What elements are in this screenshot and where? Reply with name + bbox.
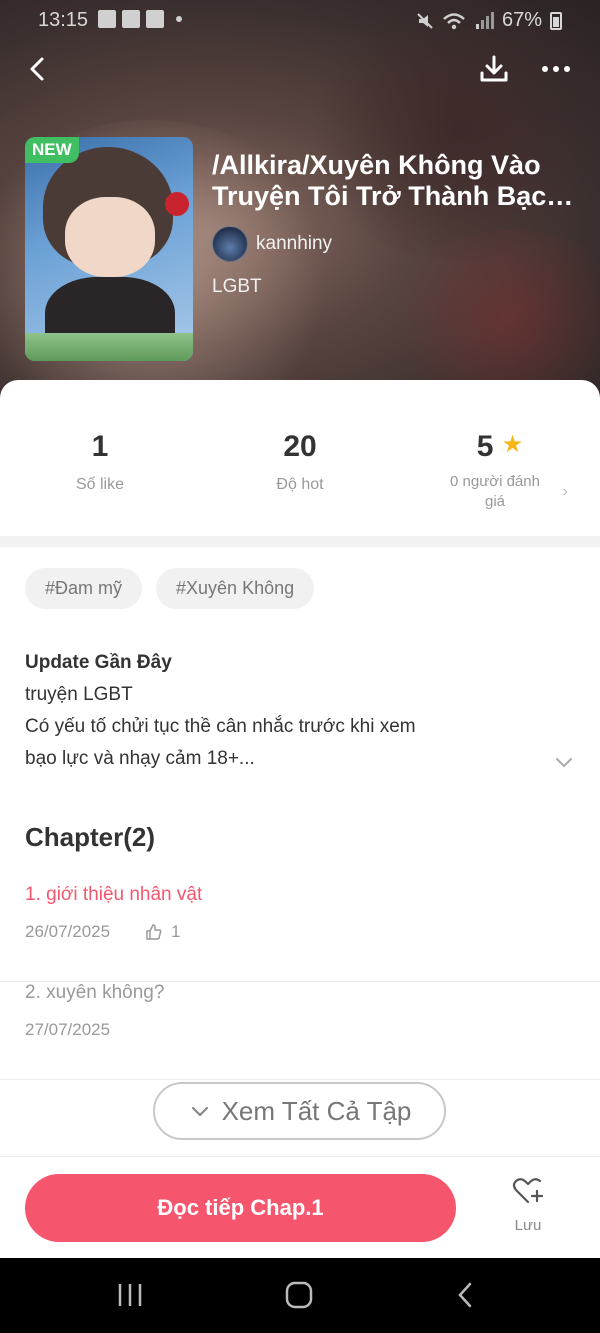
chapter-likes: 1 (145, 922, 180, 942)
gallery-icon (122, 10, 140, 28)
system-status: 67% (416, 9, 562, 32)
download-icon[interactable] (476, 51, 512, 87)
title-line: /Allkira/Xuyên Không Vào (212, 150, 541, 180)
stats-row: 1 Số like 20 Độ hot 5 ★ 0 người đánh giá… (0, 430, 600, 530)
story-header: 13:15 67% NEW /Allkira/Xuyên Không Vào T… (0, 0, 600, 420)
description-line: bạo lực và nhạy cảm 18+... (25, 748, 255, 769)
author-link[interactable]: kannhiny (212, 226, 332, 262)
description-line: truyện LGBT (25, 684, 133, 705)
see-all-chapters-button[interactable]: Xem Tất Cả Tập (153, 1082, 446, 1140)
title-line: Truyện Tôi Trở Thành Bạch ... (212, 181, 582, 211)
home-icon[interactable] (284, 1280, 314, 1310)
system-nav-bar (0, 1258, 600, 1333)
rating-value: 5 (476, 430, 494, 463)
section-divider (0, 536, 600, 547)
youtube-icon (146, 10, 164, 28)
tag-list: #Đam mỹ #Xuyên Không (25, 568, 315, 609)
chevron-down-icon (191, 1106, 208, 1117)
battery-percent: 67% (501, 9, 542, 31)
author-name: kannhiny (256, 233, 333, 254)
hot-label: Độ hot (276, 476, 324, 493)
tag-chip[interactable]: #Đam mỹ (25, 568, 143, 609)
top-bar (0, 45, 600, 95)
avatar (212, 226, 248, 262)
likes-value: 1 (91, 430, 109, 463)
chapter-title: 2. xuyên không? (25, 982, 165, 1003)
story-cover[interactable] (25, 137, 193, 361)
chapter-title: 1. giới thiệu nhân vật (25, 884, 203, 905)
save-label: Lưu (514, 1217, 542, 1234)
facebook-icon (98, 10, 116, 28)
recent-apps-icon[interactable] (116, 1280, 144, 1310)
stat-hot: 20 Độ hot (200, 430, 400, 494)
chevron-right-icon: › (562, 483, 568, 500)
more-notifications-icon (176, 16, 182, 22)
more-icon[interactable] (538, 51, 574, 87)
description: Update Gần Đây truyện LGBT Có yếu tố chử… (25, 652, 545, 770)
heart-plus-icon (512, 1178, 544, 1204)
chapters-heading: Chapter(2) (25, 822, 156, 852)
likes-label: Số like (75, 476, 125, 493)
back-icon[interactable] (454, 1280, 478, 1310)
battery-icon (550, 11, 562, 30)
thumbs-up-icon (146, 924, 162, 940)
chapter-item[interactable]: 1. giới thiệu nhân vật 26/07/2025 1 (0, 884, 600, 982)
rating-label: 0 người đánh giá (450, 473, 540, 510)
notification-icons (98, 10, 182, 28)
description-heading: Update Gần Đây (25, 652, 172, 673)
bottom-divider (0, 1156, 600, 1157)
status-time: 13:15 (38, 9, 89, 31)
signal-icon (475, 11, 494, 29)
story-title: /Allkira/Xuyên Không Vào Truyện Tôi Trở … (212, 150, 582, 212)
new-badge: NEW (25, 137, 79, 163)
hot-value: 20 (283, 430, 317, 463)
story-details: 1 Số like 20 Độ hot 5 ★ 0 người đánh giá… (0, 380, 600, 1258)
mute-icon (417, 12, 433, 29)
save-button[interactable]: Lưu (498, 1176, 558, 1242)
chevron-down-icon[interactable] (552, 750, 576, 774)
chapter-item[interactable]: 2. xuyên không? 27/07/2025 (0, 982, 600, 1080)
tag-chip[interactable]: #Xuyên Không (156, 568, 315, 609)
see-all-label: Xem Tất Cả Tập (221, 1095, 412, 1126)
status-bar: 13:15 67% (0, 0, 600, 40)
chapter-like-count: 1 (171, 922, 181, 941)
genre-label: LGBT (212, 276, 262, 297)
star-icon: ★ (501, 431, 524, 458)
stat-rating[interactable]: 5 ★ 0 người đánh giá › (400, 430, 600, 512)
chapter-date: 27/07/2025 (25, 1020, 111, 1039)
chapter-date: 26/07/2025 (25, 922, 111, 941)
stat-likes: 1 Số like (0, 430, 200, 494)
back-arrow-icon[interactable] (20, 51, 56, 87)
description-line: Có yếu tố chửi tục thề cân nhắc trước kh… (25, 716, 416, 737)
continue-reading-button[interactable]: Đọc tiếp Chap.1 (25, 1174, 456, 1242)
wifi-icon (443, 12, 465, 29)
